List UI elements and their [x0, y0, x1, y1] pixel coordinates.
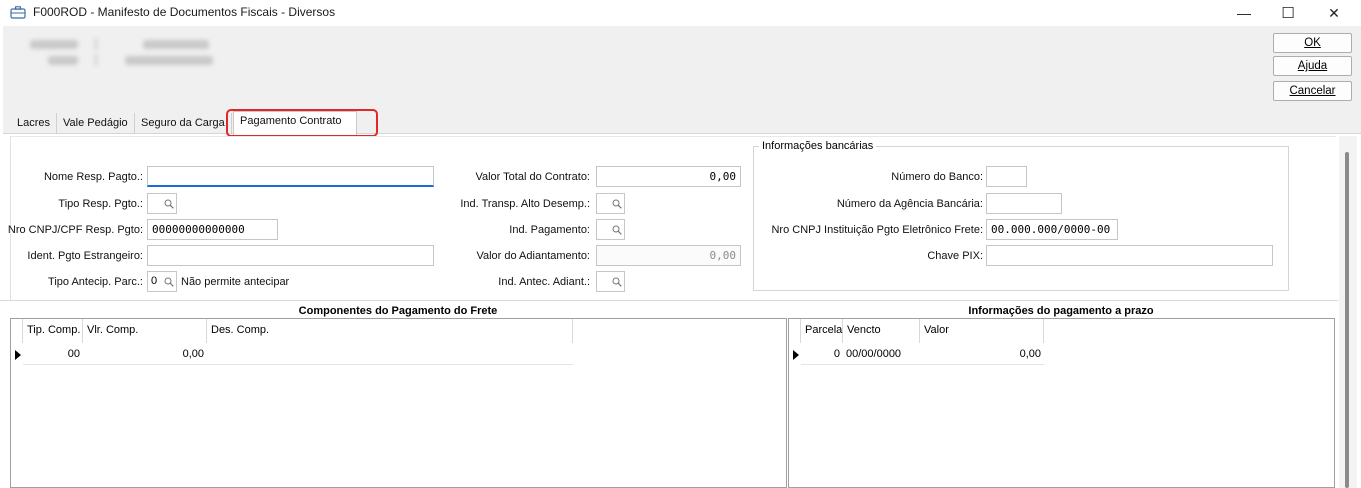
cancel-label: Cancelar	[1289, 85, 1336, 97]
installments-grid-title: Informações do pagamento a prazo	[968, 305, 1154, 317]
column-header[interactable]: Des. Comp.	[207, 319, 573, 343]
maximize-icon: ☐	[1281, 5, 1295, 22]
cnpj-ipef-input[interactable]: 00.000.000/0000-00	[986, 219, 1118, 240]
column-header[interactable]: Vencto	[843, 319, 920, 343]
components-grid[interactable]: Tip. Comp. Vlr. Comp. Des. Comp. 00 0,00	[10, 318, 787, 488]
chave-pix-input[interactable]	[986, 245, 1273, 266]
table-cell[interactable]: 00/00/0000	[843, 343, 920, 365]
search-icon[interactable]	[612, 199, 622, 209]
blurred-info	[143, 40, 209, 49]
close-icon: ✕	[1328, 4, 1340, 21]
valor-total-input[interactable]: 0,00	[596, 166, 741, 187]
valor-adiant-label: Valor do Adiantamento:	[476, 250, 590, 262]
table-cell[interactable]	[207, 343, 573, 365]
table-cell[interactable]: 0	[801, 343, 843, 365]
ind-pagamento-lookup[interactable]	[596, 219, 625, 240]
search-icon[interactable]	[612, 277, 622, 287]
nro-cnpj-label: Nro CNPJ/CPF Resp. Pgto:	[7, 224, 143, 236]
app-briefcase-icon	[10, 6, 26, 19]
window-title: F000ROD - Manifesto de Documentos Fiscai…	[33, 5, 336, 19]
components-grid-title: Componentes do Pagamento do Frete	[298, 305, 498, 317]
row-pointer-icon	[15, 350, 21, 360]
ok-button[interactable]: OK	[1273, 33, 1352, 53]
blurred-info	[30, 40, 78, 49]
blurred-info	[48, 56, 78, 65]
column-header[interactable]: Parcela	[801, 319, 843, 343]
search-icon[interactable]	[164, 277, 174, 287]
search-icon[interactable]	[164, 199, 174, 209]
tab-highlight	[226, 109, 378, 137]
numero-agencia-label: Número da Agência Bancária:	[836, 198, 983, 210]
scrollbar-thumb[interactable]	[1345, 152, 1349, 488]
numero-banco-label: Número do Banco:	[891, 171, 983, 183]
grid-indicator-header	[789, 319, 801, 343]
column-header[interactable]: Valor	[920, 319, 1044, 343]
valor-adiant-input[interactable]: 0,00	[596, 245, 741, 266]
title-bar: F000ROD - Manifesto de Documentos Fiscai…	[0, 0, 1361, 26]
minimize-icon: —	[1237, 5, 1251, 21]
table-cell[interactable]: 0,00	[83, 343, 207, 365]
ok-label: OK	[1304, 37, 1321, 49]
numero-banco-input[interactable]	[986, 166, 1027, 187]
close-button[interactable]: ✕	[1311, 0, 1357, 26]
tipo-antecip-lookup[interactable]: 0	[147, 271, 177, 292]
tipo-resp-label: Tipo Resp. Pgto.:	[58, 198, 143, 210]
help-button[interactable]: Ajuda	[1273, 56, 1352, 76]
maximize-button[interactable]: ☐	[1265, 0, 1311, 26]
chave-pix-label: Chave PIX:	[927, 250, 983, 262]
cnpj-ipef-label: Nro CNPJ Instituição Pgto Eletrônico Fre…	[771, 224, 983, 236]
vertical-scrollbar[interactable]	[1339, 136, 1357, 488]
minimize-button[interactable]: —	[1221, 0, 1267, 26]
ind-transp-label: Ind. Transp. Alto Desemp.:	[460, 198, 590, 210]
ident-pgto-label: Ident. Pgto Estrangeiro:	[27, 250, 143, 262]
help-label: Ajuda	[1297, 60, 1328, 72]
tipo-antecip-description: Não permite antecipar	[181, 276, 290, 288]
ind-antec-label: Ind. Antec. Adiant.:	[498, 276, 590, 288]
nome-resp-label: Nome Resp. Pagto.:	[43, 171, 143, 183]
tipo-resp-lookup[interactable]	[147, 193, 177, 214]
ind-antec-lookup[interactable]	[596, 271, 625, 292]
tipo-antecip-value: 0	[151, 275, 158, 287]
blurred-info	[95, 54, 97, 66]
nro-cnpj-input[interactable]: 00000000000000	[147, 219, 278, 240]
valor-total-label: Valor Total do Contrato:	[475, 171, 590, 183]
header-area	[3, 26, 1361, 110]
ind-transp-lookup[interactable]	[596, 193, 625, 214]
numero-agencia-input[interactable]	[986, 193, 1062, 214]
section-divider	[0, 300, 1338, 301]
cancel-button[interactable]: Cancelar	[1273, 81, 1352, 101]
grid-indicator-header	[11, 319, 23, 343]
ind-pagamento-label: Ind. Pagamento:	[509, 224, 590, 236]
column-header[interactable]: Vlr. Comp.	[83, 319, 207, 343]
installments-grid[interactable]: Parcela Vencto Valor 0 00/00/0000 0,00	[788, 318, 1335, 488]
blurred-info	[125, 56, 213, 65]
blurred-info	[95, 38, 97, 50]
table-cell[interactable]: 0,00	[920, 343, 1044, 365]
tab-seguro-da-carga[interactable]: Seguro da Carga	[135, 113, 232, 134]
row-pointer-icon	[793, 350, 799, 360]
ident-pgto-input[interactable]	[147, 245, 434, 266]
table-cell[interactable]: 00	[23, 343, 83, 365]
tipo-antecip-label: Tipo Antecip. Parc.:	[48, 276, 143, 288]
nome-resp-input[interactable]	[147, 166, 434, 187]
tab-lacres[interactable]: Lacres	[11, 113, 58, 134]
search-icon[interactable]	[612, 225, 622, 235]
bank-info-title: Informações bancárias	[759, 140, 877, 152]
column-header[interactable]: Tip. Comp.	[23, 319, 83, 343]
tab-vale-pedagio[interactable]: Vale Pedágio	[57, 113, 135, 134]
